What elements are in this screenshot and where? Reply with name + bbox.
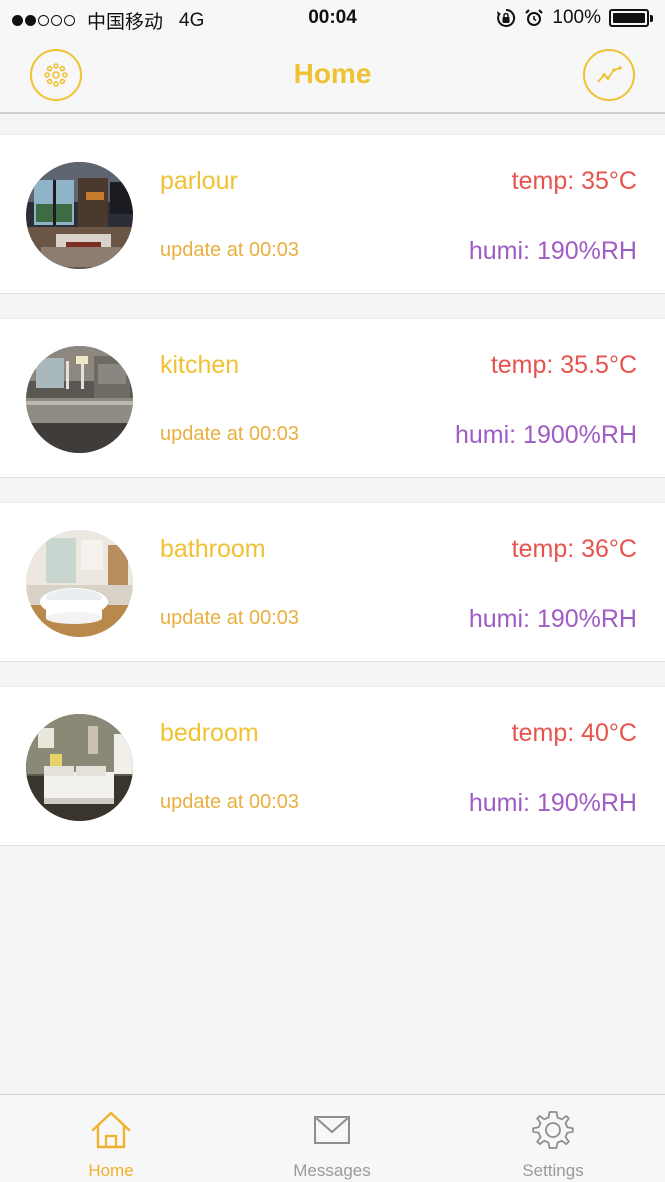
- navigation-bar: Home: [0, 36, 665, 114]
- tab-settings[interactable]: Settings: [442, 1095, 664, 1182]
- room-update-time: update at 00:03: [160, 791, 300, 813]
- room-update-time: update at 00:03: [160, 239, 300, 261]
- room-temperature: temp: 36°C: [511, 535, 637, 563]
- room-temperature: temp: 35.5°C: [490, 351, 637, 379]
- room-temperature: temp: 40°C: [511, 719, 637, 747]
- status-bar: 中国移动 4G 00:04 100%: [0, 0, 665, 36]
- trend-chart-icon: [597, 66, 622, 83]
- room-humidity: humi: 190%RH: [468, 237, 637, 265]
- tab-label: Settings: [522, 1161, 584, 1180]
- room-name: parlour: [160, 167, 238, 195]
- room-photo-kitchen: [26, 346, 133, 453]
- room-card-kitchen[interactable]: kitchen update at 00:03 temp: 35.5°C hum…: [0, 318, 665, 478]
- room-card-parlour[interactable]: parlour update at 00:03 temp: 35°C humi:…: [0, 134, 665, 294]
- battery-percent: 100%: [552, 7, 601, 28]
- status-right: 100%: [496, 7, 653, 29]
- trend-chart-button[interactable]: [583, 49, 635, 101]
- room-update-time: update at 00:03: [160, 423, 300, 445]
- room-photo-parlour: [26, 162, 133, 269]
- envelope-icon: [314, 1116, 350, 1144]
- tab-home[interactable]: Home: [0, 1095, 222, 1182]
- tab-messages[interactable]: Messages: [221, 1095, 443, 1182]
- room-update-time: update at 00:03: [160, 607, 300, 629]
- room-photo-bathroom: [26, 530, 133, 637]
- tab-label: Home: [88, 1161, 134, 1180]
- alarm-icon: [524, 8, 544, 28]
- room-humidity: humi: 1900%RH: [454, 421, 637, 449]
- rotation-lock-icon: [496, 8, 516, 28]
- room-name: bathroom: [160, 535, 266, 563]
- room-card-bathroom[interactable]: bathroom update at 00:03 temp: 36°C humi…: [0, 502, 665, 662]
- room-list: parlour update at 00:03 temp: 35°C humi:…: [0, 134, 665, 870]
- room-humidity: humi: 190%RH: [468, 605, 637, 633]
- battery-icon: [609, 9, 653, 27]
- room-name: kitchen: [160, 351, 240, 379]
- room-name: bedroom: [160, 719, 259, 747]
- room-card-bedroom[interactable]: bedroom update at 00:03 temp: 40°C humi:…: [0, 686, 665, 846]
- room-photo-bedroom: [26, 714, 133, 821]
- room-temperature: temp: 35°C: [511, 167, 637, 195]
- tab-label: Messages: [293, 1161, 371, 1180]
- tab-bar: Home Messages Settings: [0, 1094, 665, 1182]
- gear-icon: [532, 1111, 574, 1149]
- room-humidity: humi: 190%RH: [468, 789, 637, 817]
- home-icon: [91, 1111, 131, 1149]
- page-title: Home: [293, 58, 372, 89]
